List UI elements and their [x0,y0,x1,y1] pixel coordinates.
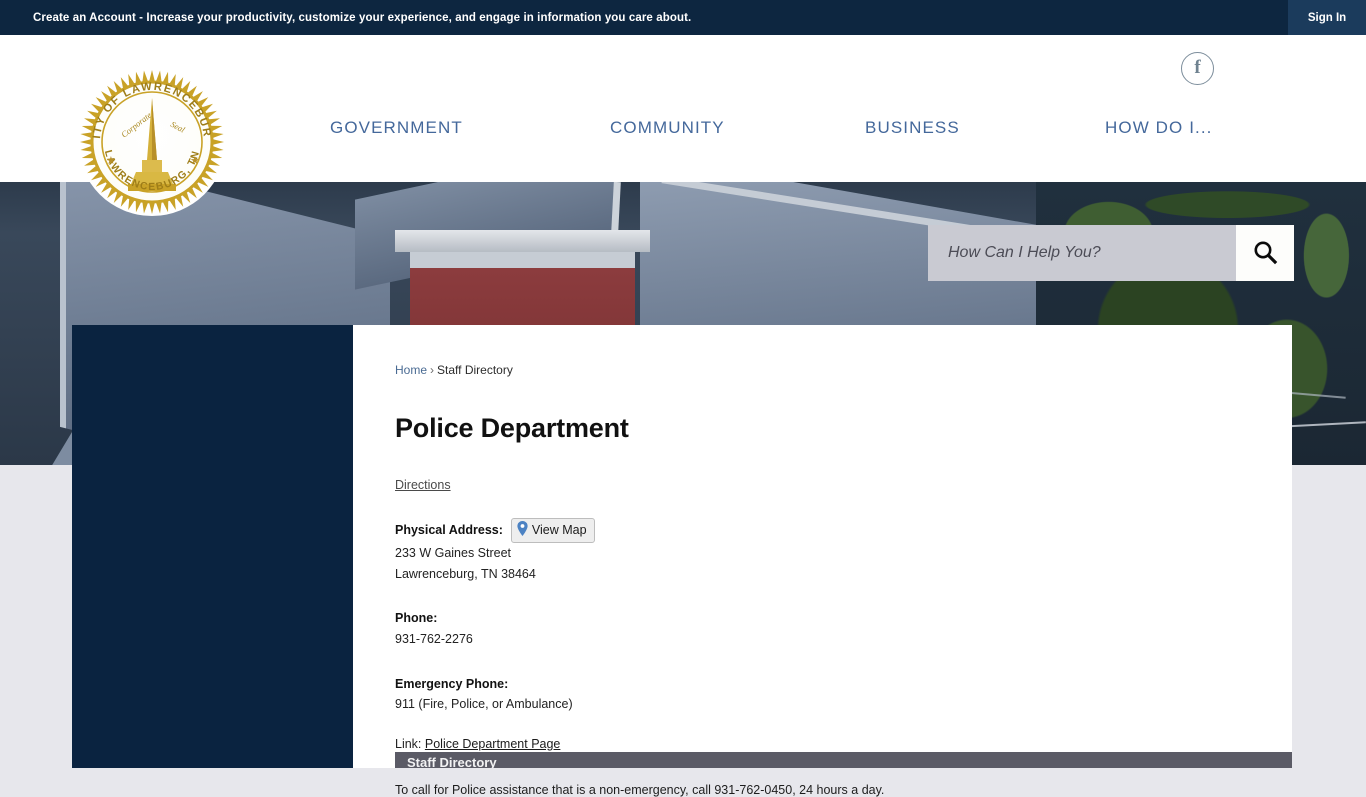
staff-directory-section-label: Staff Directory [407,755,497,768]
search-button[interactable] [1236,225,1294,281]
non-emergency-note: To call for Police assistance that is a … [395,782,885,797]
sign-in-button[interactable]: Sign In [1288,0,1366,35]
page-title: Police Department [395,413,629,443]
physical-address-label-row: Physical Address: View Map [395,518,1250,543]
breadcrumb-item-home[interactable]: Home [395,363,427,377]
facebook-glyph: f [1194,57,1201,78]
svg-text:★: ★ [106,155,116,167]
physical-address-label: Physical Address: [395,523,503,538]
breadcrumb-item-staff-directory: Staff Directory [437,363,513,377]
nav-item-government[interactable]: GOVERNMENT [330,118,610,138]
emergency-phone-field: Emergency Phone: 911 (Fire, Police, or A… [395,674,1250,715]
search-icon [1252,239,1278,268]
phone-label: Phone: [395,611,438,626]
phone-value: 931-762-2276 [395,631,473,646]
nav-item-how-do-i[interactable]: HOW DO I... [1105,118,1212,138]
view-map-label: View Map [531,523,587,537]
sidebar-panel [72,325,353,768]
svg-text:★: ★ [190,155,200,167]
address-line-2: Lawrenceburg, TN 38464 [395,566,536,581]
directions-link[interactable]: Directions [395,478,451,492]
staff-directory-section-header: Staff Directory [395,752,1292,768]
physical-address-field: Physical Address: View Map 233 W Gaines … [395,518,1250,584]
address-line-1: 233 W Gaines Street [395,546,512,560]
emergency-phone-value: 911 (Fire, Police, or Ambulance) [395,697,573,712]
emergency-phone-label: Emergency Phone: [395,676,509,691]
top-utility-bar: Create an Account - Increase your produc… [0,0,1366,35]
nav-item-community[interactable]: COMMUNITY [610,118,865,138]
search-input[interactable] [928,225,1236,281]
main-navigation: GOVERNMENT COMMUNITY BUSINESS HOW DO I..… [330,111,1260,145]
facebook-icon[interactable]: f [1181,52,1214,85]
site-search [928,225,1294,281]
nav-item-business[interactable]: BUSINESS [865,118,1105,138]
police-department-page-link[interactable]: Police Department Page [425,737,561,751]
create-account-message[interactable]: Create an Account - Increase your produc… [0,12,691,24]
hero-tower-cornice [395,230,650,252]
main-content-panel: Home › Staff Directory Police Department D… [353,325,1292,797]
breadcrumb-separator: › [430,363,435,377]
link-prefix: Link: [395,736,422,751]
city-seal-logo[interactable]: CITY OF LAWRENCEBURG LAWRENCEBURG, TN ★ … [73,59,226,216]
phone-field: Phone: 931-762-2276 [395,608,1250,649]
view-map-button[interactable]: View Map [510,518,595,543]
breadcrumb: Home › Staff Directory [395,363,1250,377]
map-pin-icon [517,521,528,540]
external-link-row: Link: Police Department Page [395,737,1250,751]
